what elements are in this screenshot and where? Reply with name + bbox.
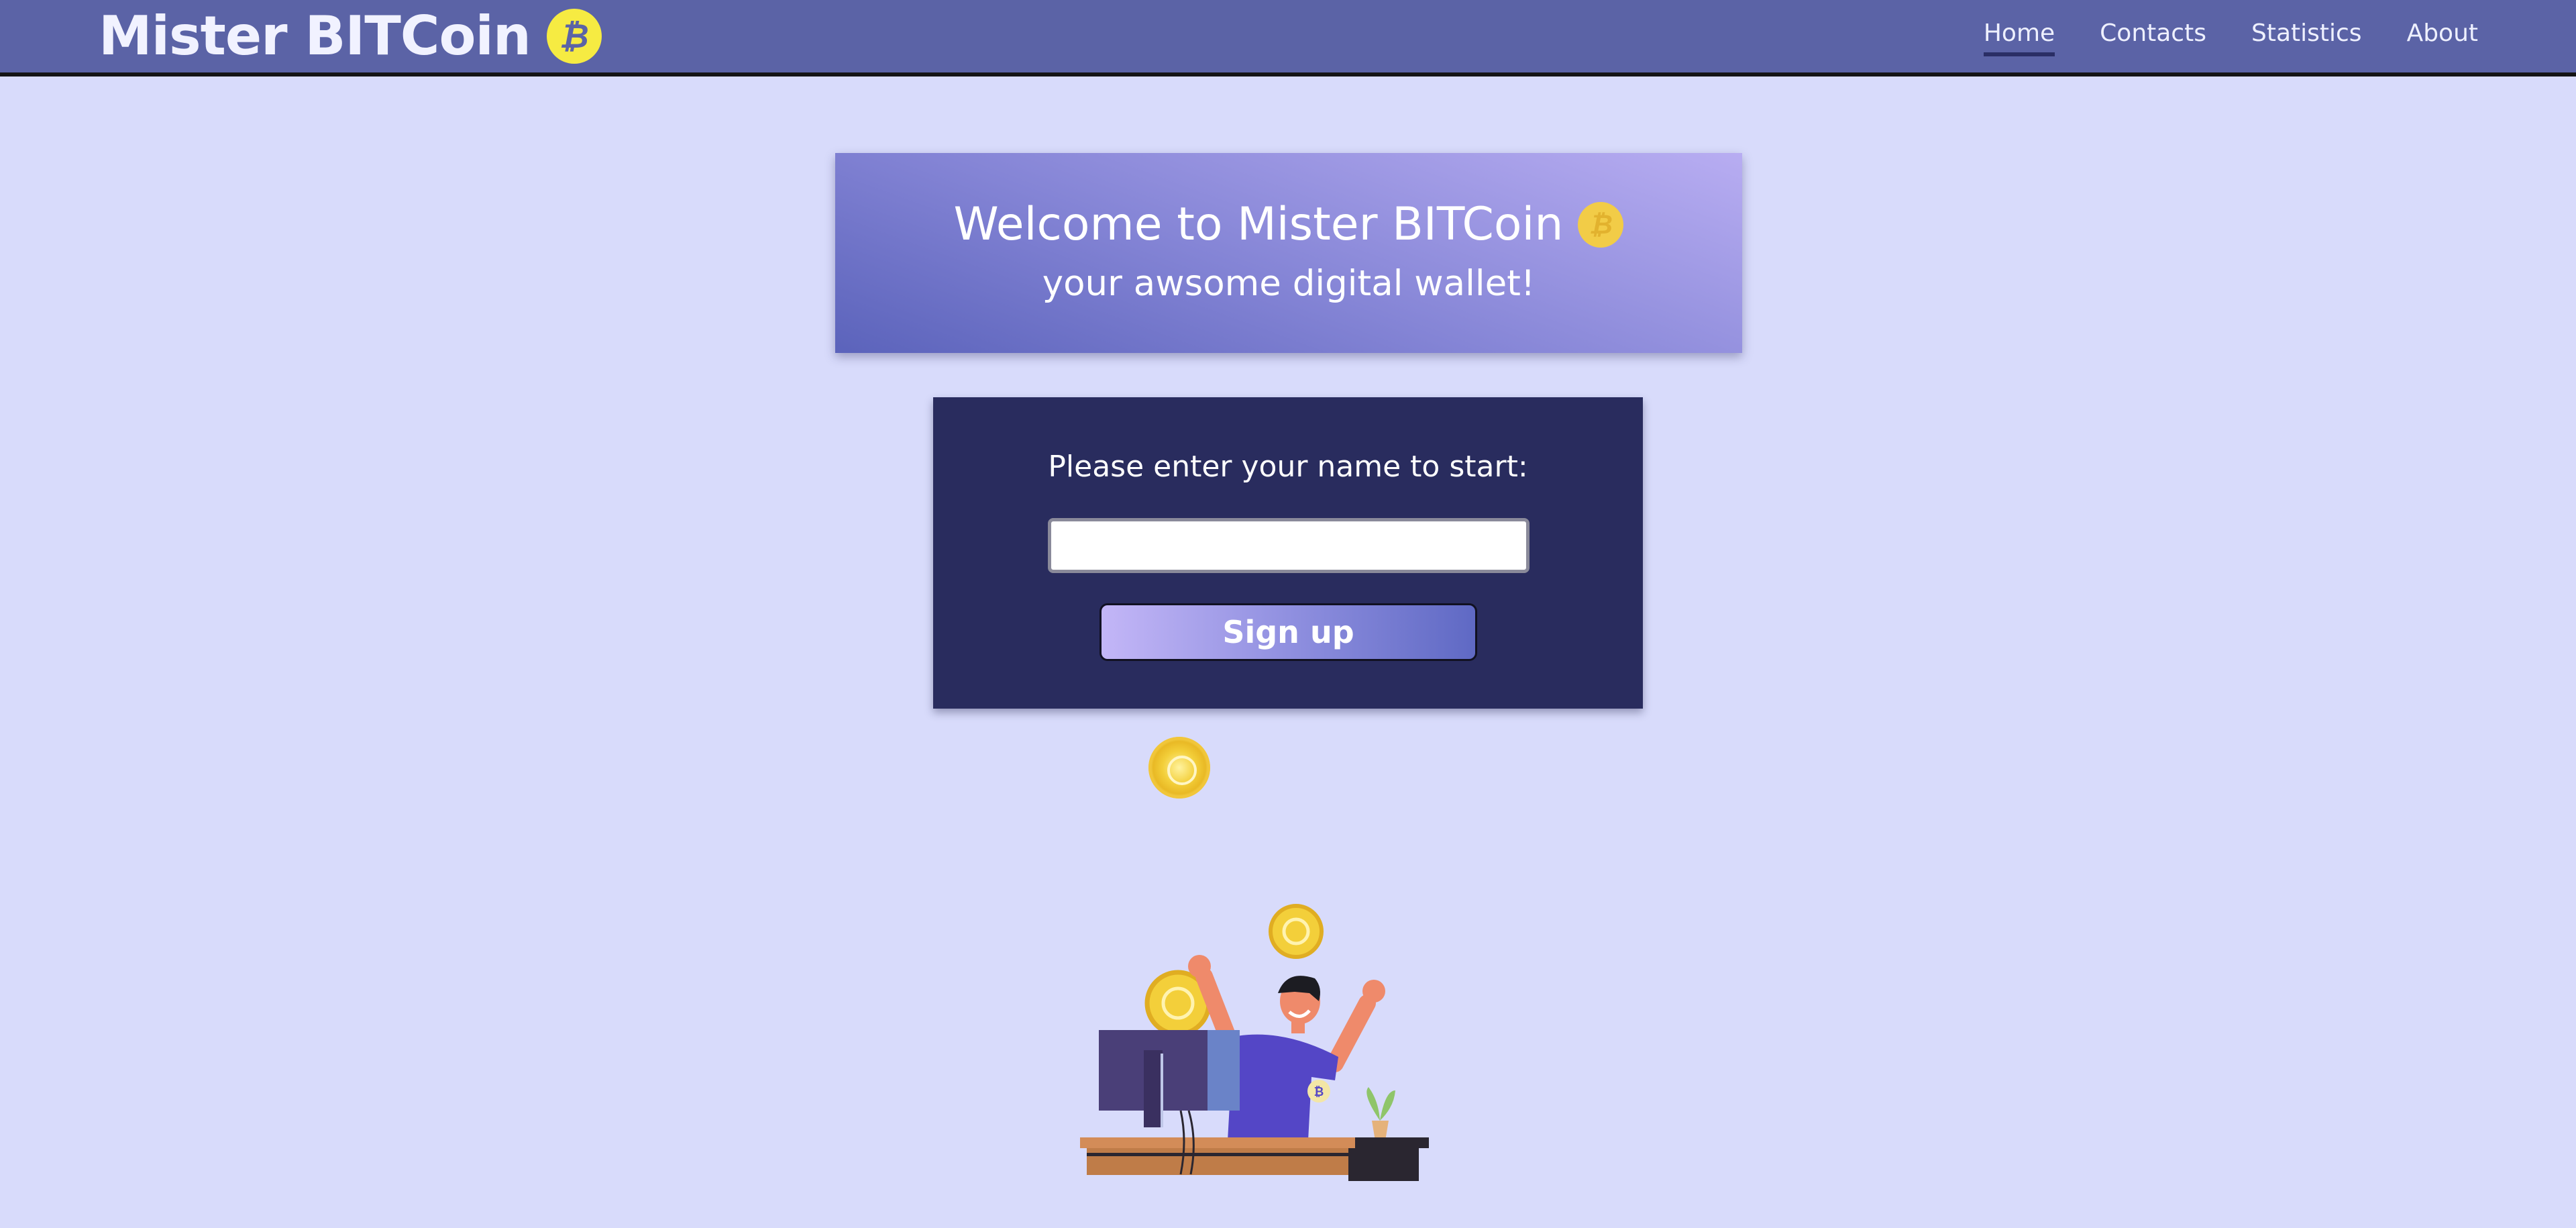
brand-title: Mister BITCoin bbox=[99, 5, 531, 67]
nav-statistics[interactable]: Statistics bbox=[2251, 19, 2362, 56]
bitcoin-coin-icon: ₿ bbox=[546, 9, 602, 64]
signup-form: Please enter your name to start: Sign up bbox=[933, 397, 1643, 709]
name-input[interactable] bbox=[1048, 518, 1529, 573]
nav-contacts[interactable]: Contacts bbox=[2100, 19, 2206, 56]
welcome-subtitle: your awsome digital wallet! bbox=[1042, 263, 1536, 304]
floating-coin-icon bbox=[1148, 737, 1210, 799]
main-nav: Home Contacts Statistics About bbox=[1939, 0, 2478, 72]
bitcoin-coin-icon: ₿ bbox=[1578, 202, 1624, 248]
svg-text:₿: ₿ bbox=[1314, 1085, 1324, 1099]
welcome-title: Welcome to Mister BITCoin bbox=[953, 198, 1564, 251]
signup-prompt: Please enter your name to start: bbox=[1048, 450, 1528, 484]
happy-man-at-computer-illustration: ₿ bbox=[1080, 904, 1429, 1181]
welcome-card: Welcome to Mister BITCoin ₿ your awsome … bbox=[835, 153, 1742, 353]
nav-home[interactable]: Home bbox=[1983, 19, 2055, 56]
brand-logo[interactable]: Mister BITCoin ₿ bbox=[99, 4, 602, 68]
welcome-title-row: Welcome to Mister BITCoin ₿ bbox=[835, 198, 1742, 251]
app-header: Mister BITCoin ₿ Home Contacts Statistic… bbox=[0, 0, 2576, 76]
nav-about[interactable]: About bbox=[2407, 19, 2478, 56]
signup-button[interactable]: Sign up bbox=[1099, 603, 1477, 661]
